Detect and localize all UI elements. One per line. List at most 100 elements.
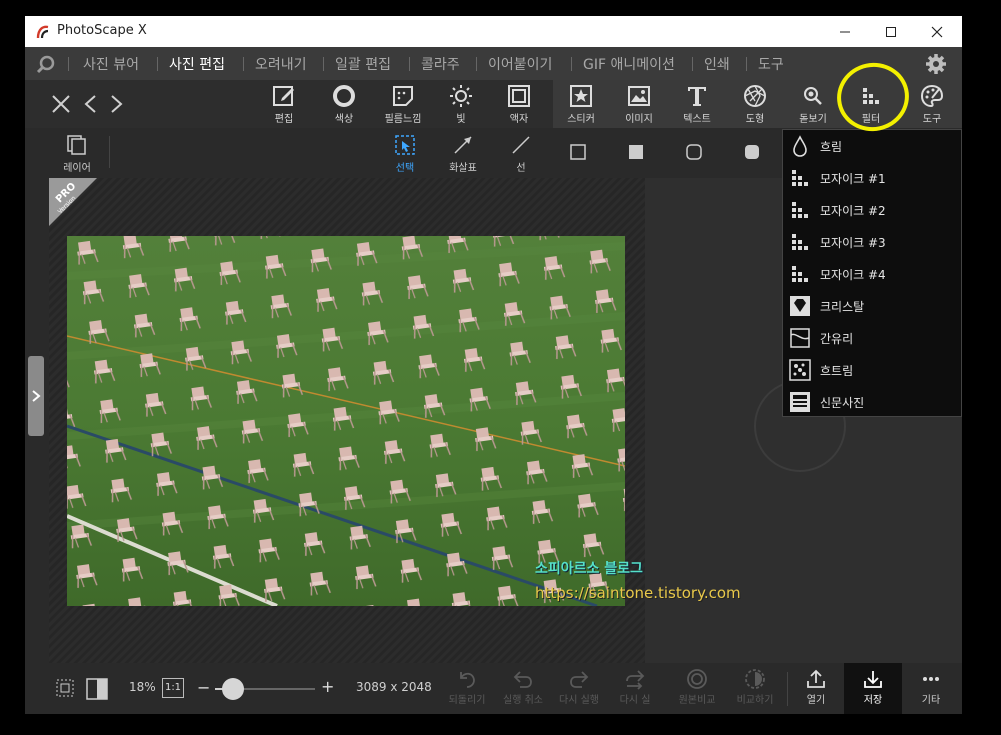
more-label: 기타 [921, 695, 941, 706]
filter-menu-item[interactable]: 흐트림 [783, 354, 961, 386]
menu-gif[interactable]: GIF 애니메이션 [583, 54, 675, 74]
save-label: 저장 [863, 695, 883, 706]
arrow-tool[interactable]: 화살표 [443, 134, 483, 174]
filter-menu-item-label: 모자이크 #1 [820, 172, 886, 186]
toolbar-tools[interactable]: 도구 [904, 84, 960, 126]
menu-divider [68, 57, 69, 71]
rounded-rectangle-filled-icon[interactable] [744, 144, 760, 160]
split-view-icon[interactable] [86, 678, 108, 700]
menu-divider [409, 57, 410, 71]
close-editor-button[interactable] [51, 94, 71, 120]
compare-button[interactable]: 비교하기 [727, 668, 783, 706]
mosaic-icon [792, 234, 808, 250]
menu-divider [157, 57, 158, 71]
menu-collage[interactable]: 콜라주 [421, 54, 460, 74]
filter-menu-item[interactable]: 간유리 [783, 322, 961, 354]
rectangle-filled-icon[interactable] [628, 144, 644, 160]
layer-button[interactable]: 레이어 [59, 134, 95, 174]
redo-button[interactable]: 다시 실행 [551, 668, 607, 706]
watermark-blog-title: 소피아르소 블로그 [535, 561, 643, 577]
filter-menu-item[interactable]: 모자이크 #1 [783, 162, 961, 194]
frosted-glass-icon [790, 328, 810, 348]
redo-all-icon [626, 670, 645, 690]
save-button[interactable]: 저장 [845, 668, 901, 706]
rounded-rectangle-outline-icon[interactable] [686, 144, 702, 160]
minimize-icon [840, 31, 850, 32]
sun-icon [450, 85, 472, 107]
chevron-right-icon [32, 390, 41, 402]
previous-photo-button[interactable] [83, 94, 97, 120]
image-dimensions: 3089 x 2048 [356, 680, 432, 694]
select-label: 선택 [395, 163, 415, 174]
pro-badge-shape: PRO Version [49, 178, 97, 226]
menu-photo-viewer[interactable]: 사진 뷰어 [83, 54, 139, 74]
arrow-label: 화살표 [449, 163, 477, 174]
close-icon [52, 95, 70, 113]
toolbar-frame[interactable]: 액자 [491, 84, 547, 126]
toolbar-text[interactable]: 텍스트 [669, 84, 725, 126]
toolbar-light-label: 빛 [456, 114, 466, 125]
redo-icon [570, 671, 589, 688]
menu-divider [476, 57, 477, 71]
menu-combine[interactable]: 이어붙이기 [488, 54, 552, 74]
revert-button[interactable]: 되돌리기 [439, 668, 495, 706]
zoom-actual-size-button[interactable]: 1:1 [162, 678, 184, 698]
layers-icon [67, 135, 86, 155]
left-panel-toggle[interactable] [28, 356, 44, 436]
toolbar-image[interactable]: 이미지 [611, 84, 667, 126]
rectangle-outline-icon[interactable] [570, 144, 586, 160]
filter-menu-item[interactable]: 모자이크 #3 [783, 226, 961, 258]
open-button[interactable]: 열기 [788, 668, 844, 706]
toolbar-frame-label: 액자 [509, 114, 529, 125]
select-tool[interactable]: 선택 [387, 134, 423, 174]
scatter-icon [789, 359, 811, 381]
toolbar-sticker[interactable]: 스티커 [553, 84, 609, 126]
filter-menu-item[interactable]: 모자이크 #2 [783, 194, 961, 226]
undo-icon [513, 671, 532, 688]
zoom-out-button[interactable]: − [197, 678, 210, 697]
filter-menu-item[interactable]: 흐림 [783, 130, 961, 162]
main-menu-bar: 사진 뷰어 사진 편집 오려내기 일괄 편집 콜라주 이어붙이기 GIF 애니메… [25, 47, 962, 80]
line-tool[interactable]: 선 [503, 134, 539, 174]
upload-open-icon [807, 669, 825, 688]
maximize-button[interactable] [868, 16, 914, 47]
menu-photo-editor[interactable]: 사진 편집 [169, 54, 225, 74]
newspaper-icon [790, 392, 810, 412]
filter-menu-item-label: 신문사진 [820, 396, 865, 410]
revert-icon [460, 672, 475, 688]
undo-button[interactable]: 실행 취소 [495, 668, 551, 706]
menu-divider [746, 57, 747, 71]
menu-print[interactable]: 인쇄 [704, 54, 730, 74]
next-photo-button[interactable] [110, 94, 124, 120]
minimize-button[interactable] [822, 16, 868, 47]
toolbar-light[interactable]: 빛 [433, 84, 489, 126]
search-icon[interactable] [35, 54, 57, 74]
open-label: 열기 [806, 695, 826, 706]
image-icon [628, 86, 650, 106]
app-window: PhotoScape X 사진 뷰어 사진 편집 오려내기 일괄 편집 콜라주 … [25, 16, 962, 714]
toolbar-image-label: 이미지 [625, 114, 653, 125]
toolbar-magnifier[interactable]: 돋보기 [785, 84, 841, 126]
close-button[interactable] [914, 16, 960, 47]
undo-label: 실행 취소 [503, 695, 543, 706]
compare-original-button[interactable]: 원본비교 [669, 668, 725, 706]
more-button[interactable]: 기타 [903, 668, 959, 706]
photoscape-logo-icon [36, 25, 49, 39]
filter-menu-item[interactable]: 크리스탈 [783, 290, 961, 322]
zoom-slider-thumb[interactable] [222, 678, 244, 700]
zoom-in-button[interactable]: + [321, 677, 334, 696]
filter-menu-item[interactable]: 모자이크 #4 [783, 258, 961, 290]
more-dots-icon [923, 677, 939, 681]
select-all-icon[interactable] [55, 678, 75, 698]
menu-tools[interactable]: 도구 [758, 54, 784, 74]
redo-all-button[interactable]: 다시 실 [607, 668, 663, 706]
toolbar-shape[interactable]: 도형 [727, 84, 783, 126]
toolbar-film[interactable]: 필름느낌 [375, 84, 431, 126]
toolbar-shape-label: 도형 [745, 114, 765, 125]
menu-batch[interactable]: 일괄 편집 [335, 54, 391, 74]
toolbar-edit[interactable]: 편집 [256, 84, 312, 126]
menu-cutout[interactable]: 오려내기 [255, 54, 307, 74]
settings-gear-icon[interactable] [925, 53, 947, 75]
toolbar-color[interactable]: 색상 [316, 84, 372, 126]
filter-menu-item[interactable]: 신문사진 [783, 386, 961, 418]
